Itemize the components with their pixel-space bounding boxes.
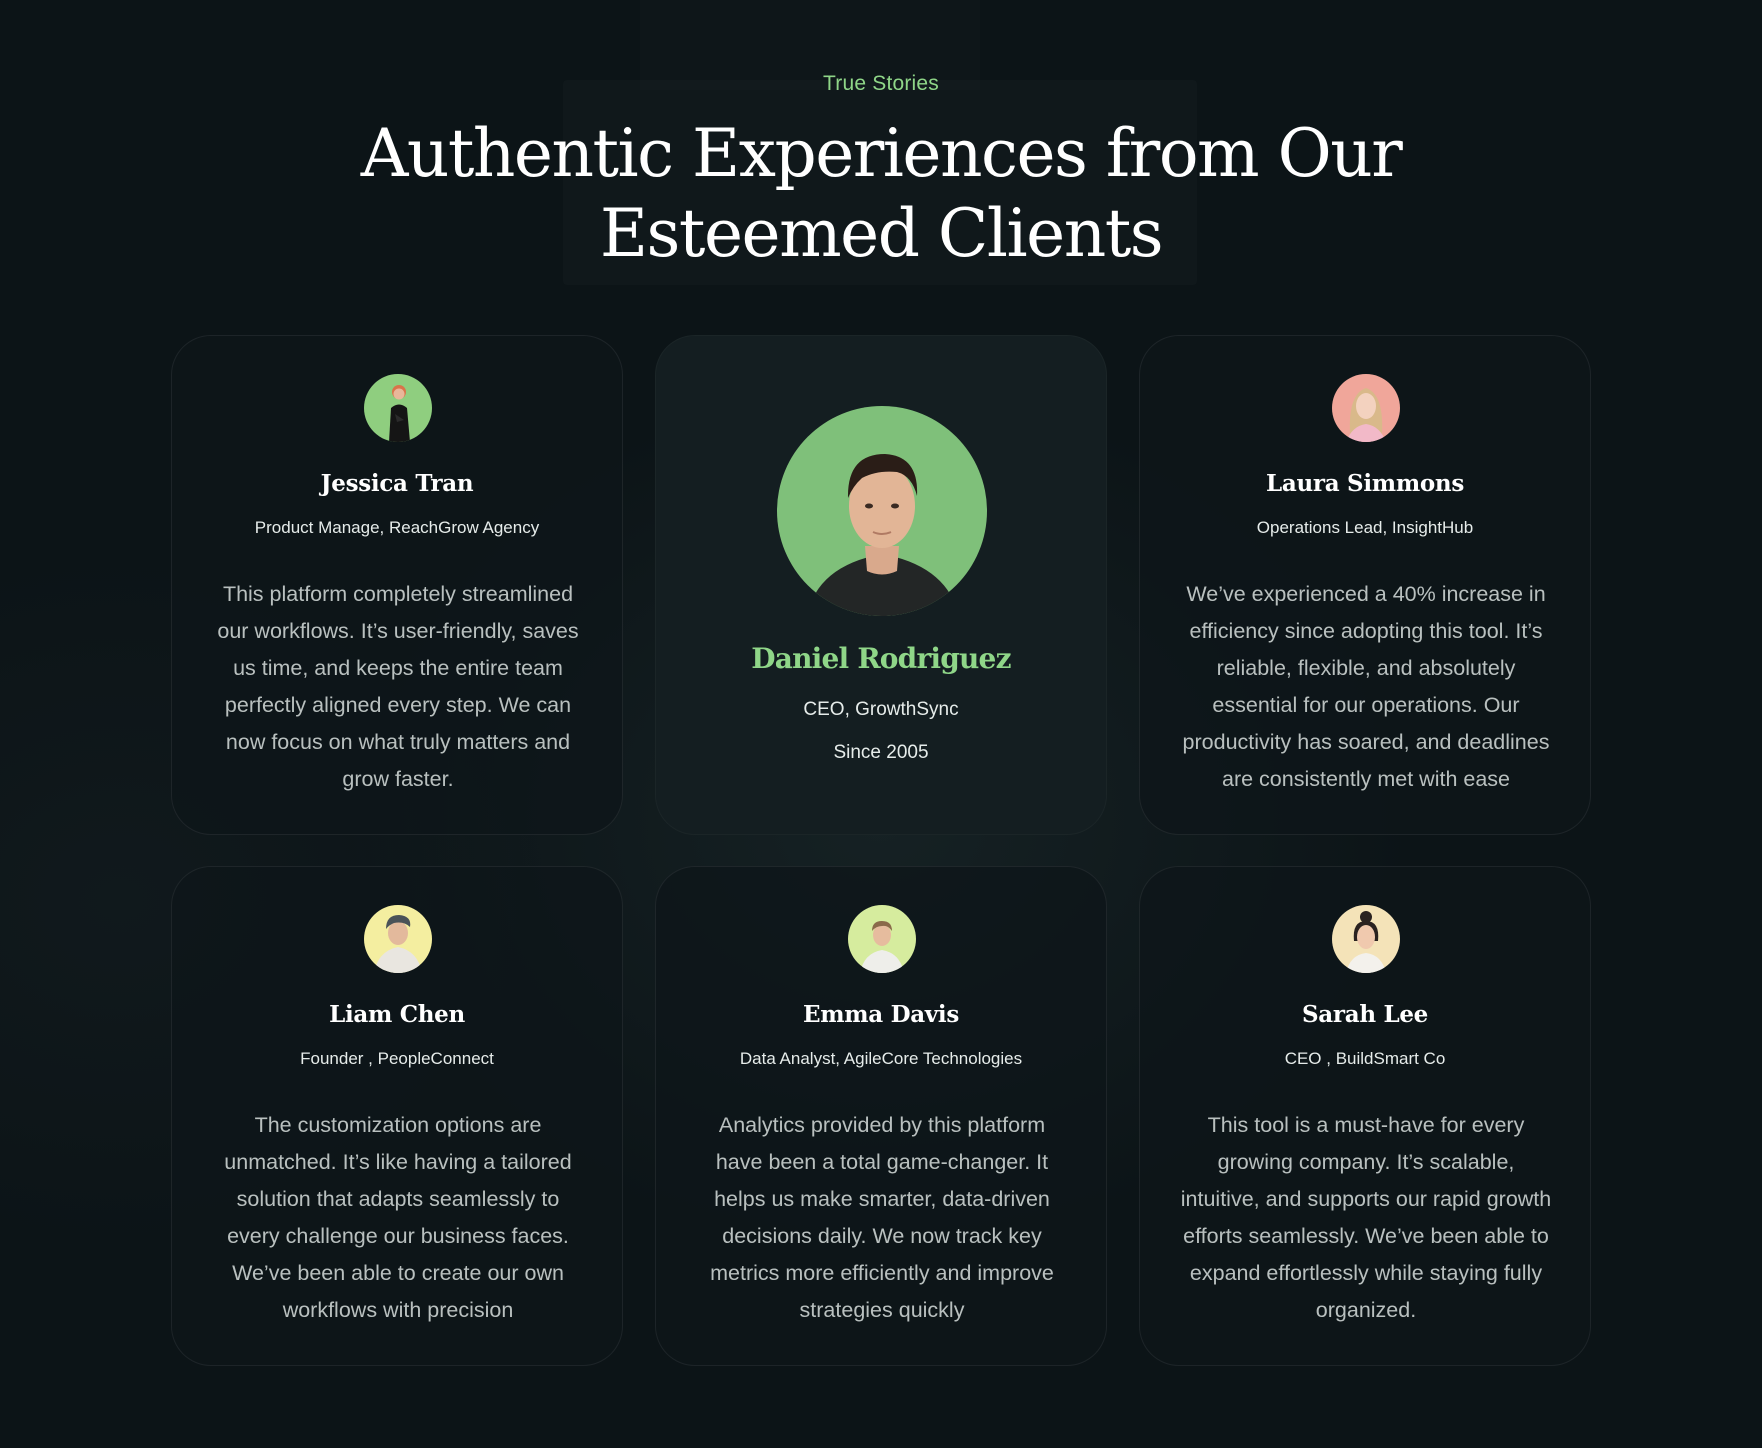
testimonial-quote: This platform completely streamlined our… <box>217 582 579 791</box>
testimonial-role: Product Manage, ReachGrow Agency <box>254 518 540 537</box>
section-title: Authentic Experiences from Our Esteemed … <box>360 115 1403 272</box>
testimonial-role: Operations Lead, InsightHub <box>1256 518 1474 537</box>
testimonial-role: Founder , PeopleConnect <box>300 1049 494 1068</box>
avatar <box>364 905 432 973</box>
testimonial-name: Daniel Rodriguez <box>751 642 1011 675</box>
testimonial-name: Laura Simmons <box>1266 470 1464 497</box>
testimonial-card: Jessica Tran Product Manage, ReachGrow A… <box>171 335 623 835</box>
testimonial-card: Emma Davis Data Analyst, AgileCore Techn… <box>655 866 1107 1366</box>
testimonial-name: Sarah Lee <box>1301 1001 1428 1028</box>
testimonial-quote: The customization options are unmatched.… <box>224 1113 572 1322</box>
avatar-photo <box>777 406 987 616</box>
avatar-photo <box>364 374 432 442</box>
testimonial-card-featured: Daniel Rodriguez CEO, GrowthSync Since 2… <box>655 335 1107 835</box>
testimonial-name: Jessica Tran <box>320 470 474 497</box>
avatar <box>1332 905 1400 973</box>
testimonial-role: Data Analyst, AgileCore Technologies <box>739 1049 1023 1068</box>
avatar <box>777 406 987 616</box>
testimonial-card: Laura Simmons Operations Lead, InsightHu… <box>1139 335 1591 835</box>
testimonial-name: Emma Davis <box>802 1001 959 1028</box>
testimonial-name: Liam Chen <box>329 1001 465 1028</box>
section-eyebrow: True Stories <box>823 72 939 95</box>
testimonial-quote: Analytics provided by this platform have… <box>710 1113 1054 1322</box>
testimonial-quote: We’ve experienced a 40% increase in effi… <box>1182 582 1550 791</box>
testimonial-since: Since 2005 <box>833 742 929 763</box>
testimonial-role: CEO, GrowthSync <box>803 699 959 720</box>
avatar-photo <box>1332 905 1400 973</box>
testimonial-role: CEO , BuildSmart Co <box>1284 1049 1446 1068</box>
testimonial-card: Liam Chen Founder , PeopleConnect The cu… <box>171 866 623 1366</box>
avatar-photo <box>1332 374 1400 442</box>
testimonial-quote: This tool is a must-have for every growi… <box>1180 1113 1552 1322</box>
avatar <box>848 905 916 973</box>
avatar-photo <box>364 905 432 973</box>
testimonial-card: Sarah Lee CEO , BuildSmart Co This tool … <box>1139 866 1591 1366</box>
avatar <box>364 374 432 442</box>
avatar <box>1332 374 1400 442</box>
avatar-photo <box>848 905 916 973</box>
